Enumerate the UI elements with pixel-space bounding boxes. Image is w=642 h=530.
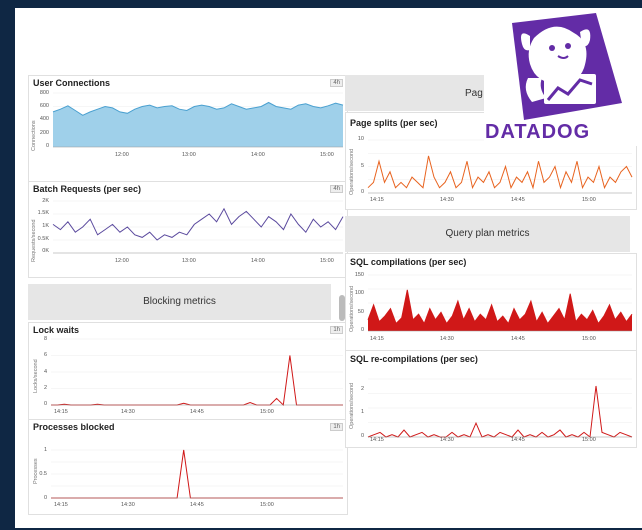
x-tick: 14:30 bbox=[121, 502, 135, 508]
y-tick: 400 bbox=[39, 116, 49, 122]
panel-title: Processes blocked bbox=[33, 422, 115, 432]
y-tick: 0 bbox=[45, 143, 49, 149]
panel-sql-compilations[interactable]: SQL compilations (per sec) Operations/se… bbox=[345, 253, 637, 351]
chart-processes-blocked bbox=[51, 449, 343, 499]
y-tick: 1K bbox=[42, 223, 49, 229]
y-tick: 600 bbox=[39, 103, 49, 109]
x-tick: 14:00 bbox=[251, 152, 265, 158]
series-line bbox=[367, 155, 633, 190]
x-tick: 13:00 bbox=[182, 258, 196, 264]
y-tick: 0 bbox=[360, 189, 364, 195]
timeframe-badge[interactable]: 4h bbox=[330, 79, 343, 87]
y-tick: 800 bbox=[39, 90, 49, 96]
x-tick: 14:45 bbox=[190, 502, 204, 508]
timeframe-badge[interactable]: 4h bbox=[330, 185, 343, 193]
chart-batch-requests bbox=[52, 200, 344, 254]
x-tick: 12:00 bbox=[115, 152, 129, 158]
x-tick: 14:15 bbox=[54, 409, 68, 415]
timeframe-badge[interactable]: 1h bbox=[330, 423, 343, 431]
x-tick: 14:15 bbox=[370, 437, 384, 443]
y-tick: 8 bbox=[43, 336, 47, 342]
panel-title: SQL compilations (per sec) bbox=[350, 257, 467, 267]
y-tick: 0 bbox=[360, 433, 364, 439]
y-tick: 1.5K bbox=[37, 210, 49, 216]
y-tick: 0 bbox=[360, 327, 364, 333]
x-tick: 15:00 bbox=[582, 197, 596, 203]
y-tick: 6 bbox=[43, 352, 47, 358]
panel-sql-recompilations[interactable]: SQL re-compilations (per sec) Operations… bbox=[345, 350, 637, 448]
datadog-wordmark: DATADOG bbox=[485, 121, 591, 143]
y-tick: 1 bbox=[43, 447, 47, 453]
x-tick: 14:30 bbox=[440, 197, 454, 203]
chart-sql-recompilations bbox=[367, 378, 633, 438]
x-tick: 14:15 bbox=[54, 502, 68, 508]
y-tick: 200 bbox=[39, 130, 49, 136]
panel-title: Page splits (per sec) bbox=[350, 118, 438, 128]
x-tick: 14:30 bbox=[440, 336, 454, 342]
panel-user-connections[interactable]: User Connections 4h Connections 800 600 … bbox=[28, 75, 348, 182]
section-title: Query plan metrics bbox=[445, 228, 530, 239]
timeframe-badge[interactable]: 1h bbox=[330, 326, 343, 334]
y-tick: 4 bbox=[43, 369, 47, 375]
x-tick: 15:00 bbox=[320, 152, 334, 158]
x-tick: 14:45 bbox=[511, 437, 525, 443]
x-tick: 15:00 bbox=[260, 502, 274, 508]
panel-title: User Connections bbox=[33, 78, 111, 88]
y-tick: 2 bbox=[43, 385, 47, 391]
x-tick: 14:15 bbox=[370, 197, 384, 203]
x-tick: 14:30 bbox=[440, 437, 454, 443]
y-tick: 5 bbox=[360, 163, 364, 169]
y-tick: 0K bbox=[42, 248, 49, 254]
series-line bbox=[52, 207, 344, 241]
panel-title: Batch Requests (per sec) bbox=[33, 184, 142, 194]
y-tick: 10 bbox=[357, 136, 364, 142]
x-tick: 14:45 bbox=[511, 197, 525, 203]
panel-batch-requests[interactable]: Batch Requests (per sec) 4h Requests/sec… bbox=[28, 181, 348, 278]
y-tick: 0.5K bbox=[37, 236, 49, 242]
panel-lock-waits[interactable]: Lock waits 1h Locks/second 8 6 4 2 0 14:… bbox=[28, 322, 348, 420]
panel-title: SQL re-compilations (per sec) bbox=[350, 354, 478, 364]
panel-processes-blocked[interactable]: Processes blocked 1h Processes 1 0.5 0 1… bbox=[28, 419, 348, 515]
y-tick: 50 bbox=[357, 309, 364, 315]
x-tick: 15:00 bbox=[582, 336, 596, 342]
x-tick: 14:30 bbox=[121, 409, 135, 415]
x-tick: 15:00 bbox=[582, 437, 596, 443]
panel-title: Lock waits bbox=[33, 325, 80, 335]
series-line bbox=[51, 355, 343, 407]
chart-lock-waits bbox=[51, 338, 343, 407]
y-tick: 2 bbox=[360, 386, 364, 392]
x-tick: 15:00 bbox=[260, 409, 274, 415]
x-tick: 14:15 bbox=[370, 336, 384, 342]
x-tick: 13:00 bbox=[182, 152, 196, 158]
x-tick: 14:45 bbox=[511, 336, 525, 342]
y-tick: 100 bbox=[354, 290, 364, 296]
chart-user-connections bbox=[52, 92, 344, 148]
y-tick: 0 bbox=[43, 495, 47, 501]
chart-page-splits bbox=[367, 139, 633, 194]
y-tick: 150 bbox=[354, 272, 364, 278]
y-tick: 0.5 bbox=[39, 471, 47, 477]
x-tick: 12:00 bbox=[115, 258, 129, 264]
section-blocking-metrics[interactable]: Blocking metrics bbox=[28, 284, 331, 320]
y-tick: 2K bbox=[42, 198, 49, 204]
x-tick: 14:00 bbox=[251, 258, 265, 264]
x-tick: 15:00 bbox=[320, 258, 334, 264]
y-tick: 0 bbox=[43, 401, 47, 407]
y-tick: 1 bbox=[360, 409, 364, 415]
section-query-plan-metrics[interactable]: Query plan metrics bbox=[345, 216, 630, 252]
x-tick: 14:45 bbox=[190, 409, 204, 415]
chart-sql-compilations bbox=[367, 274, 633, 332]
section-title: Blocking metrics bbox=[143, 296, 216, 307]
